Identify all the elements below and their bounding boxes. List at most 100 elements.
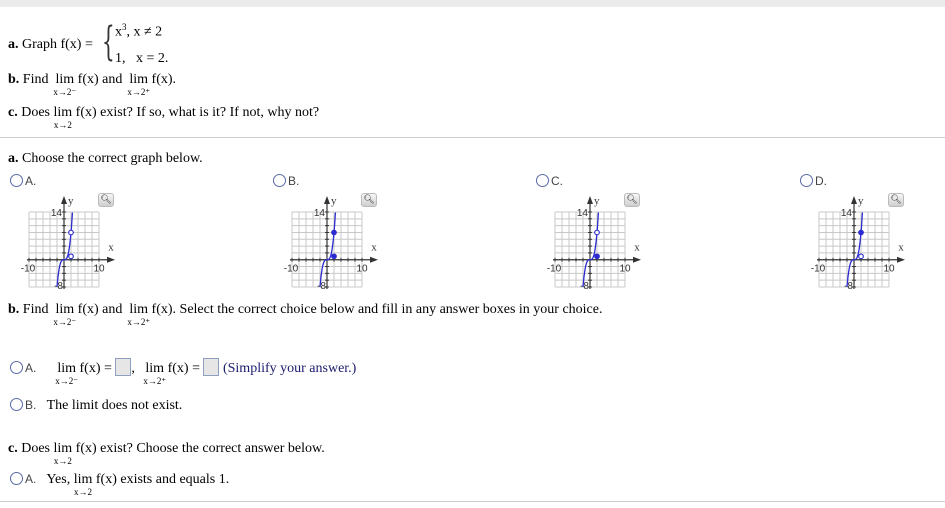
- x-max-tick-label: 10: [356, 264, 368, 275]
- lim-text: lim: [129, 302, 149, 317]
- lim-text: lim: [53, 441, 73, 456]
- x-max-tick-label: 10: [619, 264, 631, 275]
- x-max-tick-label: 10: [883, 264, 895, 275]
- radio-button[interactable]: [273, 174, 286, 187]
- section-c-option-a[interactable]: A. Yes, lim x→2 f(x) exists and equals 1.: [10, 472, 230, 497]
- section-b-option-a[interactable]: A. lim x→2⁻ f(x) = , lim x→2⁺ f(x) = (Simp…: [10, 358, 356, 386]
- y-axis-arrow: [61, 196, 67, 204]
- y-axis-label: y: [331, 195, 337, 207]
- separator: [0, 137, 945, 138]
- section-c-rest: f(x) exist? Choose the correct answer be…: [75, 441, 325, 456]
- section-b-rest: f(x). Select the correct choice below an…: [151, 302, 603, 317]
- graph-svg: y x 14 -10 10 -8: [21, 195, 115, 289]
- problem-part-a: a. Graph f(x) =: [8, 37, 93, 53]
- curve-x-cubed: [319, 212, 337, 288]
- x-axis-arrow: [633, 256, 641, 263]
- graph-option-radio[interactable]: B.: [273, 174, 299, 190]
- option-letter: D.: [815, 174, 827, 188]
- point-at-2-8: [68, 229, 74, 236]
- x-axis-arrow: [897, 256, 905, 263]
- piece-2-expr: 1,: [115, 51, 126, 66]
- graph-option-d[interactable]: D. 🔍︎ y x 14 -10 10 -8: [798, 174, 938, 294]
- lim-text: lim: [55, 72, 75, 87]
- lim-sub: x→2: [74, 487, 93, 497]
- part-a-text: Graph f(x) =: [22, 37, 93, 52]
- radio-button[interactable]: [10, 472, 23, 485]
- section-a-label: a.: [8, 151, 19, 166]
- x-axis-label: x: [898, 242, 904, 254]
- section-a-text: Choose the correct graph below.: [22, 151, 203, 166]
- part-b-label: b.: [8, 72, 20, 87]
- y-axis-label: y: [858, 195, 864, 207]
- left-limit-answer-box[interactable]: [115, 358, 132, 376]
- limit-two: lim x→2: [54, 105, 73, 130]
- problem-part-c: c. Does lim x→2 f(x) exist? If so, what i…: [8, 105, 320, 130]
- curve-x-cubed: [56, 212, 74, 288]
- lim-text: lim: [57, 361, 77, 376]
- graph-option-b[interactable]: B. 🔍︎ y x 14 -10 10 -8: [271, 174, 411, 294]
- equals-text: f(x) =: [79, 361, 112, 376]
- separator: [0, 501, 945, 502]
- graph-option-a[interactable]: A. 🔍︎ y x 14 -10 10 -8: [8, 174, 148, 294]
- lim-sub: x→2⁻: [55, 376, 79, 386]
- x-max-tick-label: 10: [93, 264, 105, 275]
- yes-text: Yes,: [46, 472, 71, 487]
- point-at-2-1: [858, 253, 864, 260]
- part-c-does: Does: [21, 105, 50, 120]
- part-c-rest: f(x) exist? If so, what is it? If not, w…: [75, 105, 320, 120]
- graph-option-radio[interactable]: A.: [10, 174, 36, 190]
- y-max-tick-label: 14: [577, 208, 589, 219]
- option-letter: A.: [25, 472, 37, 486]
- radio-button[interactable]: [10, 361, 23, 374]
- point-at-2-1: [594, 253, 600, 260]
- radio-button[interactable]: [10, 174, 23, 187]
- x-min-tick-label: -10: [284, 264, 299, 275]
- lim-sub: x→2⁺: [143, 376, 167, 386]
- graph-svg: y x 14 -10 10 -8: [284, 195, 378, 289]
- radio-button[interactable]: [536, 174, 549, 187]
- option-letter: C.: [551, 174, 563, 188]
- section-a-prompt: a. Choose the correct graph below.: [8, 151, 203, 167]
- section-c-prompt: c. Does lim x→2 f(x) exist? Choose the co…: [8, 441, 325, 466]
- x-axis-arrow: [370, 256, 378, 263]
- section-b-option-b[interactable]: B. The limit does not exist.: [10, 398, 182, 414]
- radio-button[interactable]: [10, 398, 23, 411]
- piece-1-expr: x: [115, 24, 122, 40]
- piece-2-condition: x = 2.: [136, 51, 169, 66]
- y-min-tick-label: -8: [580, 281, 589, 289]
- y-axis-arrow: [587, 196, 593, 204]
- limit-left: lim x→2⁻: [53, 72, 76, 97]
- limit-right: lim x→2⁺: [127, 302, 150, 327]
- lim-text: lim: [145, 361, 165, 376]
- equals-text: f(x) =: [167, 361, 200, 376]
- part-a-label: a.: [8, 37, 19, 52]
- option-letter: B.: [288, 174, 300, 188]
- lim-sub: x→2⁻: [53, 317, 77, 327]
- curve-x-cubed: [846, 212, 864, 288]
- graph-option-radio[interactable]: D.: [800, 174, 827, 190]
- right-limit-answer-box[interactable]: [203, 358, 220, 376]
- y-min-tick-label: -8: [844, 281, 853, 289]
- option-text: f(x) exists and equals 1.: [95, 472, 230, 487]
- option-letter: A.: [25, 174, 37, 188]
- graph-option-radio[interactable]: C.: [536, 174, 563, 190]
- fx-text: f(x).: [151, 72, 177, 87]
- y-axis-label: y: [68, 195, 74, 207]
- piecewise-brace: {: [102, 19, 115, 65]
- fx-text: f(x): [77, 302, 99, 317]
- graph-option-c[interactable]: C. 🔍︎ y x 14 -10 10 -8: [534, 174, 674, 294]
- x-axis-label: x: [108, 242, 114, 254]
- lim-sub: x→2⁺: [127, 317, 151, 327]
- piece-1-condition: , x ≠ 2: [126, 24, 163, 40]
- section-c-does: Does: [21, 441, 50, 456]
- x-axis-label: x: [634, 242, 640, 254]
- point-at-2-8: [594, 229, 600, 236]
- point-at-2-1: [68, 253, 74, 260]
- part-b-find: Find: [22, 72, 49, 87]
- y-max-tick-label: 14: [841, 208, 853, 219]
- graph-svg: y x 14 -10 10 -8: [547, 195, 641, 289]
- section-b-prompt: b. Find lim x→2⁻ f(x) and lim x→2⁺ f(x). S…: [8, 302, 603, 327]
- y-max-tick-label: 14: [314, 208, 326, 219]
- radio-button[interactable]: [800, 174, 813, 187]
- part-c-label: c.: [8, 105, 18, 120]
